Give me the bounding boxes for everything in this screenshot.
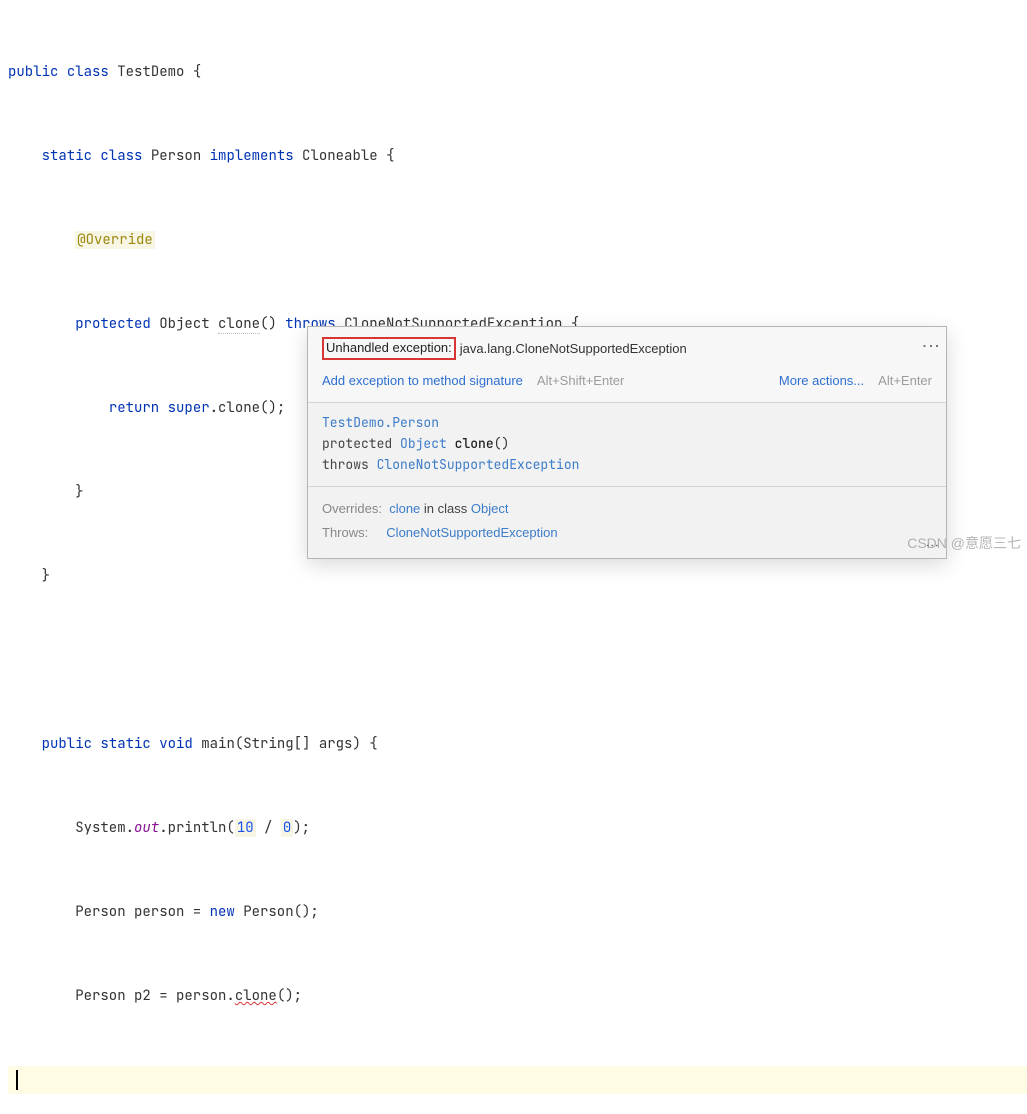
kw-void: void — [159, 735, 193, 753]
var-decl: p2 = person. — [126, 987, 235, 1005]
numeric-literal: 10 — [235, 819, 256, 837]
paren-close: ); — [293, 819, 310, 837]
doc-modifier: protected — [322, 435, 392, 452]
code-line[interactable]: static class Person implements Cloneable… — [8, 142, 1027, 170]
tooltip-meta-section: Overrides: clone in class Object Throws:… — [308, 487, 946, 558]
brace: } — [42, 567, 50, 585]
kw-implements: implements — [210, 147, 294, 165]
doc-exception-type: CloneNotSupportedException — [377, 456, 580, 473]
kw-class: class — [67, 63, 109, 81]
kw-protected: protected — [75, 315, 151, 333]
ctor-call: Person(); — [235, 903, 319, 921]
interface-name: Cloneable — [302, 147, 378, 165]
brace: } — [75, 483, 83, 501]
kebab-menu-icon[interactable]: ⋮ — [925, 337, 936, 353]
kw-new: new — [210, 903, 235, 921]
error-span[interactable]: clone — [235, 987, 277, 1005]
meta-throws-label: Throws: — [322, 525, 368, 540]
tooltip-error-row: Unhandled exception: java.lang.CloneNotS… — [308, 327, 946, 366]
operator: / — [256, 819, 281, 837]
doc-return-type: Object — [400, 435, 447, 452]
method-call: .clone(); — [210, 399, 286, 417]
error-exception-name: java.lang.CloneNotSupportedException — [460, 340, 687, 358]
kw-public: public — [42, 735, 92, 753]
doc-owner-class: TestDemo.Person — [322, 414, 439, 431]
code-line[interactable]: public class TestDemo { — [8, 58, 1027, 86]
kw-static: static — [100, 735, 150, 753]
class-name: TestDemo — [117, 63, 184, 81]
type-name: Person — [75, 987, 125, 1005]
more-actions-link[interactable]: More actions... — [779, 372, 864, 390]
code-line[interactable]: Person p2 = person.clone(); — [8, 982, 1027, 1010]
code-line[interactable]: } — [8, 562, 1027, 590]
code-line[interactable] — [8, 646, 1027, 674]
class-name: Person — [151, 147, 201, 165]
brace: { — [369, 735, 377, 753]
kw-public: public — [8, 63, 58, 81]
paren-close: (); — [277, 987, 302, 1005]
meta-overrides-method[interactable]: clone — [389, 501, 420, 516]
method-name: main — [201, 735, 235, 753]
tooltip-actions-row: Add exception to method signature Alt+Sh… — [308, 366, 946, 403]
doc-method-name: clone — [455, 435, 494, 452]
code-line[interactable]: System.out.println(10 / 0); — [8, 814, 1027, 842]
kw-static: static — [42, 147, 92, 165]
meta-in-text: in class — [424, 501, 467, 516]
error-tooltip: ⋮ Unhandled exception: java.lang.CloneNo… — [307, 326, 947, 559]
meta-overrides-label: Overrides: — [322, 501, 382, 516]
code-line[interactable]: @Override — [8, 226, 1027, 254]
return-type: Object — [159, 315, 209, 333]
parens: () — [260, 315, 277, 333]
qualifier: System. — [75, 819, 134, 837]
shortcut-text: Alt+Shift+Enter — [537, 372, 624, 390]
tooltip-doc-section: TestDemo.Person protected Object clone()… — [308, 403, 946, 486]
code-line-active[interactable] — [8, 1066, 1027, 1094]
var-decl: person = — [126, 903, 210, 921]
doc-parens: () — [494, 435, 510, 452]
doc-throws-kw: throws — [322, 456, 369, 473]
kw-super: super — [168, 399, 210, 417]
type-name: Person — [75, 903, 125, 921]
error-label: Unhandled exception: — [322, 337, 456, 360]
method-name: clone — [218, 315, 260, 334]
meta-overrides-class[interactable]: Object — [471, 501, 509, 516]
kw-return: return — [109, 399, 159, 417]
kebab-menu-icon[interactable]: ⋮ — [928, 539, 936, 552]
method-params: (String[] args) — [235, 735, 361, 753]
annotation-override: @Override — [75, 231, 155, 249]
text-caret — [16, 1070, 18, 1090]
kw-class: class — [100, 147, 142, 165]
meta-throws-exception[interactable]: CloneNotSupportedException — [386, 525, 557, 540]
numeric-literal: 0 — [281, 819, 293, 837]
code-line[interactable]: Person person = new Person(); — [8, 898, 1027, 926]
shortcut-text: Alt+Enter — [878, 372, 932, 390]
method-call: .println( — [159, 819, 235, 837]
brace: { — [386, 147, 394, 165]
brace: { — [193, 63, 201, 81]
code-line[interactable]: public static void main(String[] args) { — [8, 730, 1027, 758]
field-out: out — [134, 819, 159, 837]
fix-link-add-exception[interactable]: Add exception to method signature — [322, 372, 523, 390]
